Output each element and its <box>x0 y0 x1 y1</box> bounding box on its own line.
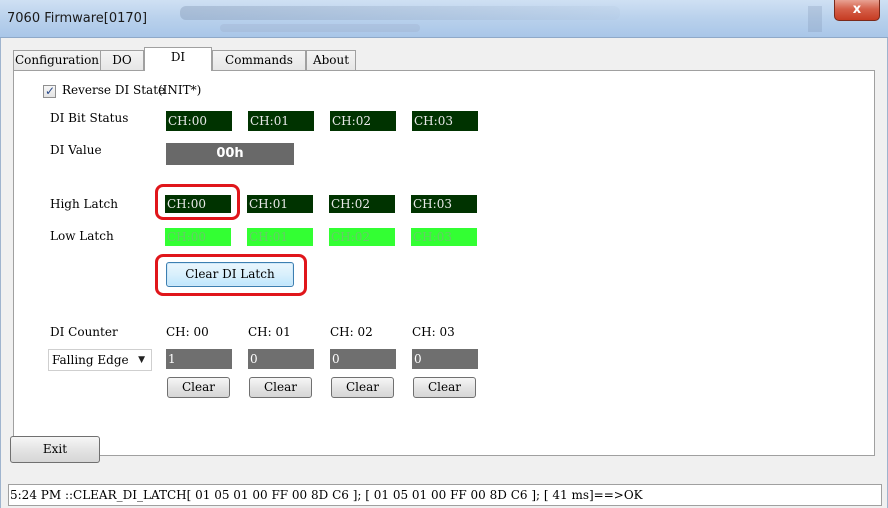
di-bit-status-label: DI Bit Status <box>50 111 129 125</box>
di-bit-status-ch02: CH:02 <box>330 111 396 131</box>
counter-value-ch01: 0 <box>248 349 314 369</box>
high-latch-ch02: CH:02 <box>329 195 395 213</box>
status-bar: 5:24 PM ::CLEAR_DI_LATCH[ 01 05 01 00 FF… <box>8 484 882 506</box>
counter-header-ch03: CH: 03 <box>412 325 455 339</box>
tab-label: Configuration <box>14 53 100 67</box>
low-latch-ch03: CH:03 <box>411 228 477 246</box>
tab-configuration[interactable]: Configuration <box>13 50 101 70</box>
counter-value-ch03: 0 <box>412 349 478 369</box>
low-latch-label: Low Latch <box>50 229 114 243</box>
tab-label: DO <box>112 53 132 67</box>
di-tab-panel: Reverse DI State (INIT*) DI Bit Status C… <box>13 70 875 456</box>
tab-commands-log[interactable]: Commands Log <box>212 50 306 85</box>
clear-counter-ch00-button[interactable]: Clear <box>167 377 230 398</box>
reverse-di-state-checkbox[interactable] <box>43 84 56 98</box>
high-latch-label: High Latch <box>50 197 118 211</box>
edge-select-value: Falling Edge <box>52 353 129 367</box>
low-latch-ch02: CH:02 <box>329 228 395 246</box>
tab-label: About <box>312 53 350 67</box>
low-latch-ch00: CH:00 <box>165 228 231 246</box>
low-latch-ch01: CH:01 <box>247 228 313 246</box>
high-latch-ch01: CH:01 <box>247 195 313 213</box>
tab-do[interactable]: DO <box>100 50 144 70</box>
tab-about[interactable]: About <box>306 50 356 70</box>
high-latch-ch03: CH:03 <box>411 195 477 213</box>
reverse-di-state-label: Reverse DI State <box>62 83 166 97</box>
chevron-down-icon: ▼ <box>138 355 145 365</box>
exit-button[interactable]: Exit <box>10 436 100 463</box>
high-latch-ch00: CH:00 <box>165 195 231 213</box>
clear-counter-ch02-button[interactable]: Clear <box>331 377 394 398</box>
counter-header-ch02: CH: 02 <box>330 325 373 339</box>
close-icon: x <box>852 2 862 17</box>
clear-counter-ch03-button[interactable]: Clear <box>413 377 476 398</box>
title-bar-blur <box>808 6 822 32</box>
window-body: Configuration DO DI Commands Log About R… <box>0 38 888 508</box>
status-bar-text: 5:24 PM ::CLEAR_DI_LATCH[ 01 05 01 00 FF… <box>10 488 643 502</box>
di-value-label: DI Value <box>50 143 102 157</box>
title-bar: 7060 Firmware[0170] x <box>0 0 888 38</box>
tab-di[interactable]: DI <box>144 47 212 71</box>
di-bit-status-ch01: CH:01 <box>248 111 314 131</box>
counter-value-ch02: 0 <box>330 349 396 369</box>
window-title: 7060 Firmware[0170] <box>7 11 148 26</box>
title-bar-blur <box>220 24 420 32</box>
di-bit-status-ch03: CH:03 <box>412 111 478 131</box>
reverse-di-state-note: (INIT*) <box>158 83 202 97</box>
counter-header-ch00: CH: 00 <box>166 325 209 339</box>
di-value-display: 00h <box>166 143 294 165</box>
title-bar-blur <box>180 6 620 20</box>
tab-label: DI <box>170 50 186 64</box>
edge-select[interactable]: Falling Edge ▼ <box>48 349 152 371</box>
counter-header-ch01: CH: 01 <box>248 325 291 339</box>
counter-value-ch00: 1 <box>166 349 232 369</box>
clear-di-latch-button[interactable]: Clear DI Latch <box>166 262 294 287</box>
di-counter-label: DI Counter <box>50 325 118 339</box>
close-button[interactable]: x <box>834 0 880 21</box>
di-bit-status-ch00: CH:00 <box>166 111 232 131</box>
clear-counter-ch01-button[interactable]: Clear <box>249 377 312 398</box>
